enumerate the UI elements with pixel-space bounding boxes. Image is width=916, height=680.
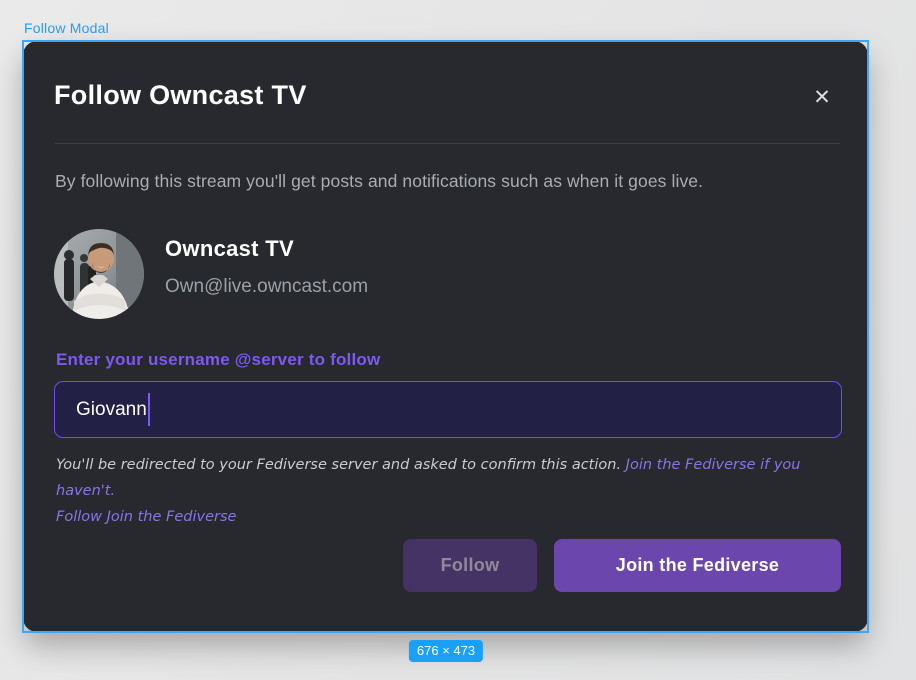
modal-description: By following this stream you'll get post…	[55, 171, 703, 192]
follow-button[interactable]: Follow	[403, 539, 537, 592]
modal-title: Follow Owncast TV	[54, 80, 307, 111]
close-button[interactable]: ✕	[808, 83, 836, 111]
username-value: Giovann	[76, 399, 147, 421]
join-fediverse-button[interactable]: Join the Fediverse	[554, 539, 841, 592]
follow-modal: Follow Owncast TV ✕ By following this st…	[23, 41, 868, 632]
account-name: Owncast TV	[165, 236, 368, 262]
helper-text: You'll be redirected to your Fediverse s…	[56, 452, 846, 530]
username-label: Enter your username @server to follow	[56, 350, 380, 370]
avatar	[54, 229, 144, 319]
text-caret	[148, 393, 151, 426]
frame-label[interactable]: Follow Modal	[24, 20, 109, 36]
account-row: Owncast TV Own@live.owncast.com	[54, 229, 368, 319]
button-row: Follow Join the Fediverse	[403, 539, 841, 592]
follow-join-links[interactable]: Follow Join the Fediverse	[56, 504, 846, 530]
header-divider	[55, 143, 840, 144]
dimension-badge: 676 × 473	[409, 640, 483, 662]
account-info: Owncast TV Own@live.owncast.com	[165, 229, 368, 298]
username-input[interactable]: Giovann	[54, 381, 842, 438]
account-address: Own@live.owncast.com	[165, 276, 368, 298]
helper-static: You'll be redirected to your Fediverse s…	[56, 457, 626, 473]
close-icon: ✕	[813, 87, 831, 108]
